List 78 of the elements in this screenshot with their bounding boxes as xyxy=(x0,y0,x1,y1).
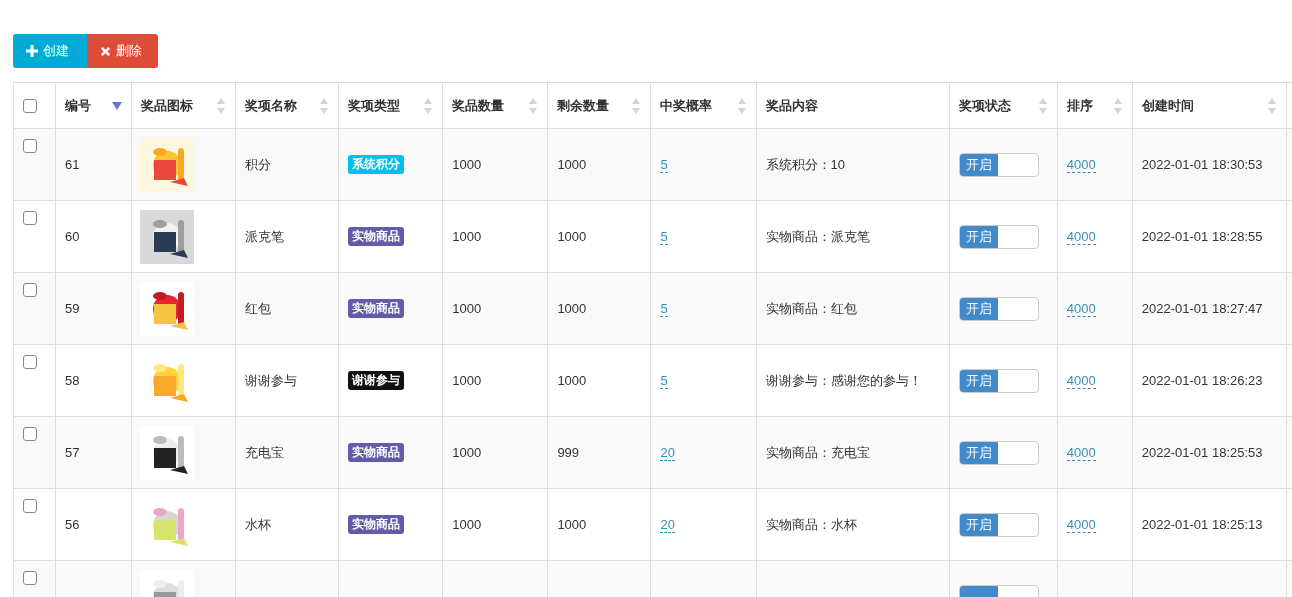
status-switch[interactable]: 开启 xyxy=(958,152,1039,177)
type-tag: 实物商品 xyxy=(348,299,405,318)
row-checkbox[interactable] xyxy=(23,499,37,513)
status-switch[interactable]: 开启 xyxy=(958,512,1039,537)
table-cell: 谢谢参与：感谢您的参与！ xyxy=(765,372,922,388)
order-link[interactable]: 4000 xyxy=(1066,373,1096,389)
status-switch[interactable]: 开启 xyxy=(958,440,1039,465)
table-cell: 2022-01-01 18:26:23 xyxy=(1141,373,1263,388)
table-cell: 1000 xyxy=(557,301,587,316)
status-switch[interactable]: 开启 xyxy=(958,296,1039,321)
column-header[interactable]: 奖品内容 xyxy=(765,96,818,115)
row-checkbox[interactable] xyxy=(23,355,37,369)
row-checkbox[interactable] xyxy=(23,283,37,297)
table-cell: 红包 xyxy=(245,300,272,316)
table-cell: 57 xyxy=(65,445,80,460)
table-cell: 1000 xyxy=(452,157,482,172)
table-cell: 派克笔 xyxy=(245,228,285,244)
table-cell: 2022-01-01 18:27:47 xyxy=(1141,301,1263,316)
order-link[interactable]: 4000 xyxy=(1066,301,1096,317)
table-cell: 1000 xyxy=(452,445,482,460)
status-switch[interactable]: 开启 xyxy=(958,368,1039,393)
table-cell: 1000 xyxy=(557,517,587,532)
row-checkbox[interactable] xyxy=(23,427,37,441)
column-header[interactable]: 排序 xyxy=(1066,96,1093,115)
probability-link[interactable]: 5 xyxy=(660,301,668,317)
order-link[interactable]: 4000 xyxy=(1066,157,1096,173)
table-cell: 1000 xyxy=(452,517,482,532)
table-cell: 2022-01-01 18:25:53 xyxy=(1141,445,1263,460)
column-header[interactable]: 奖项状态 xyxy=(958,96,1011,115)
order-link[interactable]: 4000 xyxy=(1066,229,1096,245)
table-cell: 59 xyxy=(65,301,80,316)
type-tag: 系统积分 xyxy=(348,155,405,174)
probability-link[interactable]: 20 xyxy=(660,517,675,533)
probability-link[interactable]: 20 xyxy=(660,445,675,461)
table-cell: 56 xyxy=(65,517,80,532)
table-cell: 1000 xyxy=(557,373,587,388)
order-link[interactable]: 4000 xyxy=(1066,445,1096,461)
type-tag: 实物商品 xyxy=(348,515,405,534)
order-link[interactable]: 4000 xyxy=(1066,517,1096,533)
table-cell: 61 xyxy=(65,157,80,172)
table-cell: 1000 xyxy=(452,301,482,316)
table-cell: 水杯 xyxy=(245,516,272,532)
type-tag: 谢谢参与 xyxy=(348,371,405,390)
type-tag: 实物商品 xyxy=(348,443,405,462)
delete-button[interactable]: 删除 xyxy=(87,34,158,68)
row-checkbox[interactable] xyxy=(23,139,37,153)
table-cell: 1000 xyxy=(557,157,587,172)
table-cell: 1000 xyxy=(557,229,587,244)
table-cell: 谢谢参与 xyxy=(245,372,298,388)
table-cell: 实物商品：充电宝 xyxy=(765,444,870,460)
table-cell: 2022-01-01 18:25:13 xyxy=(1141,517,1263,532)
type-tag: 实物商品 xyxy=(348,227,405,246)
table-cell: 2022-01-01 18:28:55 xyxy=(1141,229,1263,244)
column-header[interactable]: 创建时间 xyxy=(1141,96,1194,115)
table-cell: 1000 xyxy=(452,229,482,244)
row-checkbox[interactable] xyxy=(23,211,37,225)
table-cell: 实物商品：红包 xyxy=(765,300,857,316)
sort-desc-icon[interactable] xyxy=(112,101,123,110)
table-cell: 实物商品：派克笔 xyxy=(765,228,870,244)
column-header[interactable]: 编号 xyxy=(65,96,92,115)
table-cell: 1000 xyxy=(452,373,482,388)
probability-link[interactable]: 5 xyxy=(660,157,668,173)
table-cell: 系统积分：10 xyxy=(765,156,845,172)
table-cell: 58 xyxy=(65,373,80,388)
probability-link[interactable]: 5 xyxy=(660,373,668,389)
table-cell: 60 xyxy=(65,229,80,244)
table-cell: 999 xyxy=(557,445,580,460)
table-cell: 充电宝 xyxy=(245,444,285,460)
status-switch[interactable]: 开启 xyxy=(958,224,1039,249)
row-checkbox[interactable] xyxy=(23,571,37,585)
table-cell: 2022-01-01 18:30:53 xyxy=(1141,157,1263,172)
plus-icon xyxy=(26,45,38,57)
select-all-checkbox[interactable] xyxy=(23,98,37,113)
table-cell: 积分 xyxy=(245,156,272,172)
table-cell: 实物商品：水杯 xyxy=(765,516,857,532)
probability-link[interactable]: 5 xyxy=(660,229,668,245)
create-button[interactable]: 创建 xyxy=(13,34,87,68)
close-icon xyxy=(100,45,111,57)
